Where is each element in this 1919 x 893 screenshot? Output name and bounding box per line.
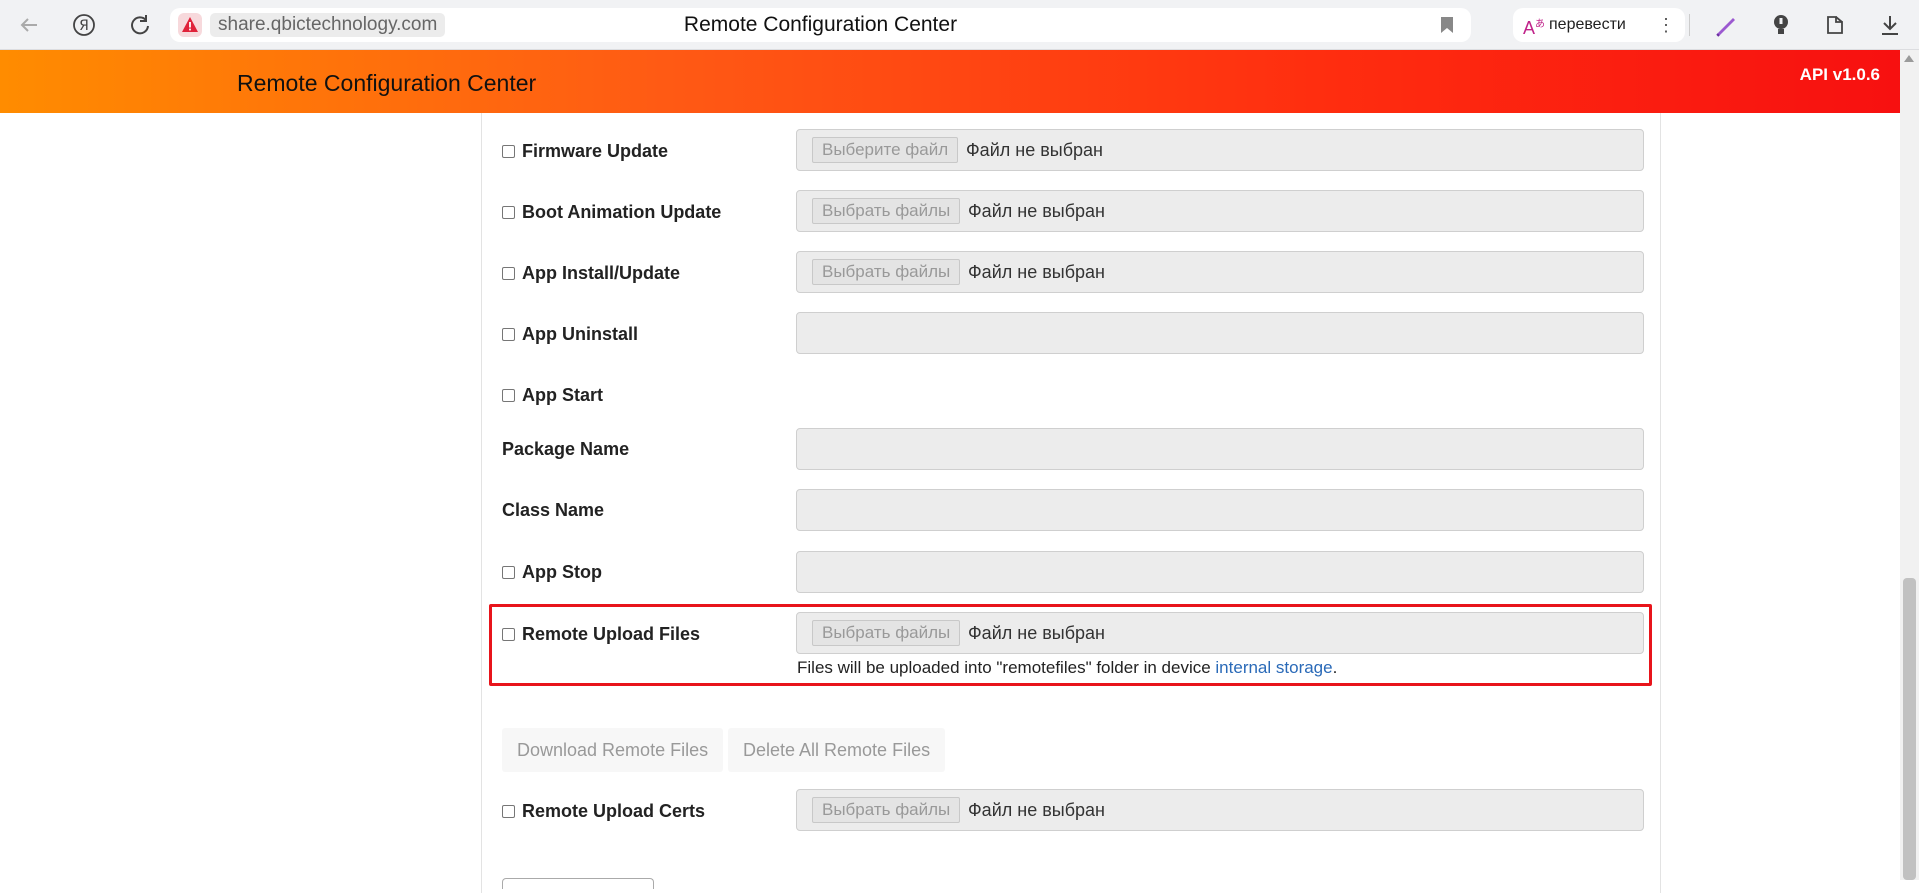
class-name-label: Class Name xyxy=(502,500,604,521)
app-install-label: App Install/Update xyxy=(502,263,680,284)
remote-upload-files-choose-button[interactable]: Выбрать файлы xyxy=(812,620,961,646)
more-vertical-icon[interactable]: ⋮ xyxy=(1657,8,1675,42)
app-install-file-input[interactable]: Выбрать файлы Файл не выбран xyxy=(796,251,1644,293)
translate-button[interactable]: Aあ перевести ⋮ xyxy=(1513,8,1685,42)
app-install-choose-button[interactable]: Выбрать файлы xyxy=(812,259,961,285)
remote-upload-files-text: Remote Upload Files xyxy=(522,624,701,644)
app-start-text: App Start xyxy=(522,385,603,405)
firmware-update-checkbox[interactable] xyxy=(502,145,515,158)
remote-upload-files-input[interactable]: Выбрать файлы Файл не выбран xyxy=(796,612,1644,654)
boot-animation-file-input[interactable]: Выбрать файлы Файл не выбран xyxy=(796,190,1644,232)
app-uninstall-text: App Uninstall xyxy=(522,324,638,344)
browser-toolbar: Я share.qbictechnology.com Remote Config… xyxy=(0,0,1919,50)
yandex-logo-icon[interactable]: Я xyxy=(71,12,97,38)
app-install-file-status: Файл не выбран xyxy=(968,262,1105,282)
app-start-label: App Start xyxy=(502,385,603,406)
scroll-up-arrow-icon[interactable] xyxy=(1904,55,1914,62)
download-icon[interactable] xyxy=(1877,12,1903,38)
remote-upload-certs-input[interactable]: Выбрать файлы Файл не выбран xyxy=(796,789,1644,831)
url-host[interactable]: share.qbictechnology.com xyxy=(210,13,446,37)
lightbulb-icon[interactable] xyxy=(1768,12,1794,38)
firmware-file-status: Файл не выбран xyxy=(966,140,1103,160)
app-stop-label: App Stop xyxy=(502,562,602,583)
remote-upload-files-label: Remote Upload Files xyxy=(502,624,700,645)
app-uninstall-label: App Uninstall xyxy=(502,324,638,345)
boot-animation-choose-button[interactable]: Выбрать файлы xyxy=(812,198,961,224)
config-panel: Firmware Update Выберите файл Файл не вы… xyxy=(481,113,1661,893)
translate-icon: Aあ xyxy=(1523,18,1546,38)
app-uninstall-input[interactable] xyxy=(796,312,1644,354)
app-uninstall-checkbox[interactable] xyxy=(502,328,515,341)
internal-storage-link[interactable]: internal storage xyxy=(1215,658,1332,677)
firmware-choose-button[interactable]: Выберите файл xyxy=(812,137,959,163)
remote-upload-certs-status: Файл не выбран xyxy=(968,800,1105,820)
remote-upload-files-status: Файл не выбран xyxy=(968,623,1105,643)
reload-icon[interactable] xyxy=(127,12,153,38)
package-name-label: Package Name xyxy=(502,439,629,460)
api-version-label: API v1.0.6 xyxy=(1799,65,1880,84)
remote-upload-certs-label: Remote Upload Certs xyxy=(502,801,705,822)
remote-upload-note: Files will be uploaded into "remotefiles… xyxy=(797,658,1337,678)
boot-animation-file-status: Файл не выбран xyxy=(968,201,1105,221)
app-header: Remote Configuration Center API v1.0.6 xyxy=(0,50,1900,113)
svg-text:Я: Я xyxy=(79,18,89,34)
back-arrow-icon[interactable] xyxy=(16,12,42,38)
security-warning-icon[interactable] xyxy=(178,13,202,37)
app-stop-input[interactable] xyxy=(796,551,1644,593)
app-install-text: App Install/Update xyxy=(522,263,681,283)
scrollbar-thumb[interactable] xyxy=(1903,578,1916,880)
firmware-update-label: Firmware Update xyxy=(502,141,668,162)
class-name-input[interactable] xyxy=(796,489,1644,531)
bookmark-icon[interactable] xyxy=(1439,16,1455,39)
pen-icon[interactable] xyxy=(1713,12,1739,38)
package-name-text: Package Name xyxy=(502,439,630,459)
remote-upload-certs-checkbox[interactable] xyxy=(502,805,515,818)
remote-upload-files-checkbox[interactable] xyxy=(502,628,515,641)
remote-upload-note-text: Files will be uploaded into "remotefiles… xyxy=(797,658,1216,677)
translate-label: перевести xyxy=(1549,16,1626,33)
remote-upload-note-suffix: . xyxy=(1332,658,1338,677)
extensions-icon[interactable] xyxy=(1823,12,1849,38)
app-stop-text: App Stop xyxy=(522,562,602,582)
boot-animation-text: Boot Animation Update xyxy=(522,202,722,222)
toolbar-divider xyxy=(1689,14,1690,36)
boot-animation-checkbox[interactable] xyxy=(502,206,515,219)
firmware-file-input[interactable]: Выберите файл Файл не выбран xyxy=(796,129,1644,171)
remote-upload-certs-choose-button[interactable]: Выбрать файлы xyxy=(812,797,961,823)
address-bar[interactable]: share.qbictechnology.com Remote Configur… xyxy=(170,8,1471,42)
class-name-text: Class Name xyxy=(502,500,605,520)
download-remote-files-button[interactable]: Download Remote Files xyxy=(502,728,724,772)
app-install-checkbox[interactable] xyxy=(502,267,515,280)
app-start-checkbox[interactable] xyxy=(502,389,515,402)
package-name-input[interactable] xyxy=(796,428,1644,470)
remote-upload-certs-text: Remote Upload Certs xyxy=(522,801,706,821)
firmware-update-text: Firmware Update xyxy=(522,141,669,161)
delete-all-remote-files-button[interactable]: Delete All Remote Files xyxy=(728,728,946,772)
app-stop-checkbox[interactable] xyxy=(502,566,515,579)
app-title: Remote Configuration Center xyxy=(237,70,537,96)
boot-animation-label: Boot Animation Update xyxy=(502,202,721,223)
